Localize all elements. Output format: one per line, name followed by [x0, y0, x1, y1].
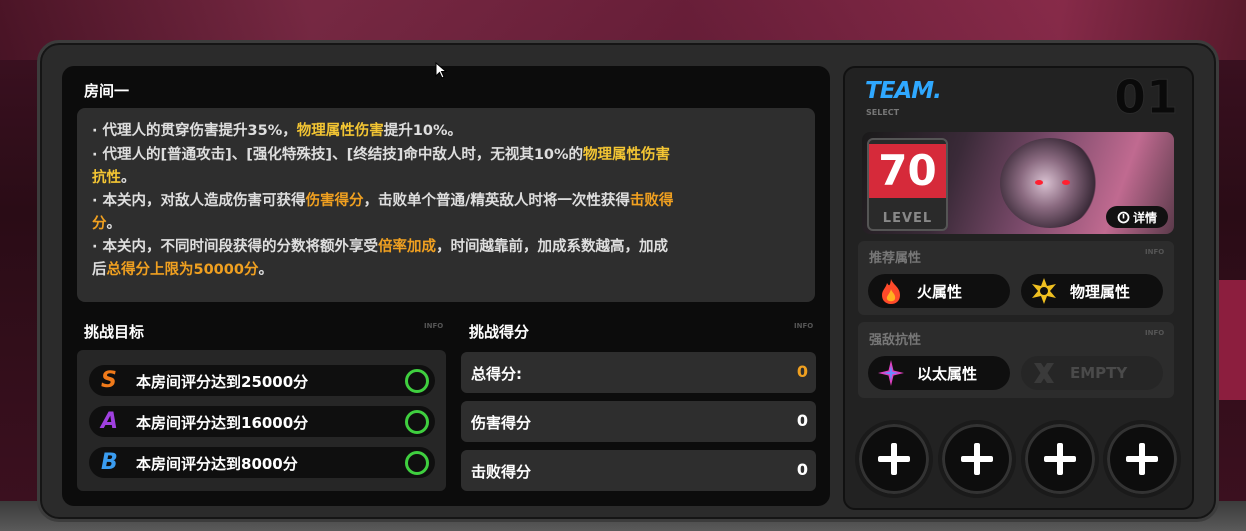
score-row-total: 总得分: 0 [461, 352, 816, 393]
add-member-button-4[interactable] [1103, 420, 1181, 498]
description-line: · 本关内，不同时间段获得的分数将额外享受倍率加成，时间越靠前，加成系数越高，加… [92, 239, 669, 255]
description-line: · 代理人的[普通攻击]、[强化特殊技]、[终结技]命中敌人时，无视其10%的物… [92, 147, 671, 163]
rank-s-icon: S [101, 368, 117, 393]
score-label: 击败得分 [471, 463, 532, 481]
goal-status-circle-icon [405, 451, 429, 475]
mouse-cursor-icon [435, 62, 448, 79]
info-circle-icon [1117, 211, 1130, 223]
team-subtitle: SELECT [866, 108, 900, 117]
ether-icon [877, 359, 905, 387]
level-number: 70 [869, 144, 946, 198]
goal-row-s: S 本房间评分达到25000分 [89, 365, 435, 396]
character-eye [1035, 180, 1043, 185]
description-line: · 本关内，对敌人造成伤害可获得伤害得分，击败单个普通/精英敌人时将一次性获得击… [92, 193, 674, 209]
plus-icon [1126, 443, 1158, 475]
score-row-defeat: 击败得分 0 [461, 450, 816, 491]
attribute-fire[interactable]: 火属性 [868, 274, 1010, 308]
score-title: 挑战得分 [469, 323, 530, 341]
rank-a-icon: A [101, 409, 119, 434]
resist-title: 强敌抗性 [869, 333, 922, 348]
goals-title: 挑战目标 [84, 323, 145, 341]
rank-b-icon: B [101, 450, 118, 475]
attribute-empty: EMPTY [1021, 356, 1163, 390]
plus-icon [961, 443, 993, 475]
plus-icon [878, 443, 910, 475]
fire-icon [877, 277, 905, 305]
description-line: 分。 [92, 216, 121, 232]
room-title: 房间一 [84, 82, 130, 100]
resist-info-tag: INFO [1145, 329, 1165, 337]
empty-x-icon [1030, 359, 1058, 387]
goal-text: 本房间评分达到25000分 [136, 373, 309, 391]
score-value: 0 [796, 460, 808, 479]
goal-status-circle-icon [405, 410, 429, 434]
team-number: 01 [1113, 70, 1179, 125]
recommend-title: 推荐属性 [869, 251, 922, 266]
description-line: 后总得分上限为50000分。 [92, 262, 273, 278]
add-member-button-2[interactable] [938, 420, 1016, 498]
character-eye [1062, 180, 1070, 185]
add-member-button-3[interactable] [1021, 420, 1099, 498]
description-line: 抗性。 [92, 170, 136, 186]
add-member-button-1[interactable] [855, 420, 933, 498]
score-row-damage: 伤害得分 0 [461, 401, 816, 442]
attribute-label: 火属性 [917, 282, 963, 301]
score-value: 0 [796, 411, 808, 430]
attribute-label: 物理属性 [1070, 282, 1131, 301]
goal-row-b: B 本房间评分达到8000分 [89, 447, 435, 478]
goal-text: 本房间评分达到8000分 [136, 455, 298, 473]
attribute-label: 以太属性 [917, 364, 978, 383]
team-title: TEAM. [865, 78, 942, 104]
attribute-label: EMPTY [1070, 364, 1128, 382]
detail-label: 详情 [1132, 210, 1157, 225]
score-info-tag: INFO [794, 322, 814, 330]
recommend-info-tag: INFO [1145, 248, 1165, 256]
goal-text: 本房间评分达到16000分 [136, 414, 309, 432]
score-value: 0 [796, 362, 808, 381]
goal-row-a: A 本房间评分达到16000分 [89, 406, 435, 437]
plus-icon [1044, 443, 1076, 475]
description-line: · 代理人的贯穿伤害提升35%，物理属性伤害提升10%。 [92, 123, 462, 139]
goals-info-tag: INFO [424, 322, 444, 330]
level-badge: 70 LEVEL [867, 138, 948, 231]
attribute-ether[interactable]: 以太属性 [868, 356, 1010, 390]
attribute-physical[interactable]: 物理属性 [1021, 274, 1163, 308]
physical-icon [1030, 277, 1058, 305]
level-label: LEVEL [882, 211, 933, 226]
score-label: 总得分: [471, 365, 522, 383]
goal-status-circle-icon [405, 369, 429, 393]
character-portrait [1000, 138, 1100, 228]
detail-button[interactable]: 详情 [1106, 206, 1168, 228]
score-label: 伤害得分 [471, 414, 532, 432]
